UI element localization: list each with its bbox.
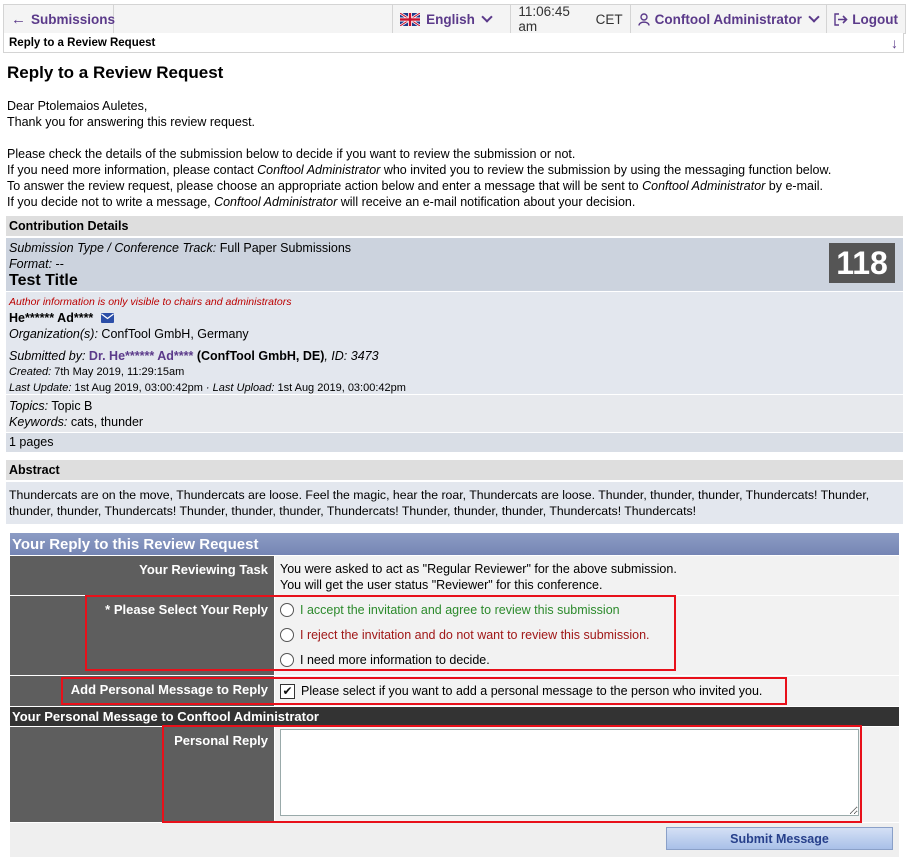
topics: Topics: Topic B: [9, 399, 93, 413]
user-name: Conftool Administrator: [654, 11, 802, 27]
chevron-down-icon: [808, 11, 820, 23]
personal-message-row: Add Personal Message to Reply ✔ Please s…: [10, 676, 899, 706]
intro-line-1: Please check the details of the submissi…: [7, 147, 576, 161]
arrow-down-icon[interactable]: ↓: [891, 35, 898, 51]
task-line-1: You were asked to act as "Regular Review…: [280, 562, 677, 576]
reviewing-task-row: Your Reviewing Task You were asked to ac…: [10, 556, 899, 595]
abstract-text: Thundercats are on the move, Thundercats…: [6, 482, 903, 524]
back-label: Submissions: [31, 11, 116, 27]
personal-message-label: Add Personal Message to Reply: [10, 676, 274, 706]
topics-keywords: Topics: Topic B Keywords: cats, thunder: [6, 395, 903, 432]
user-icon: [637, 12, 650, 26]
author-info: Author information is only visible to ch…: [6, 292, 903, 394]
arrow-left-icon: ←: [11, 10, 26, 28]
reject-label[interactable]: I reject the invitation and do not want …: [300, 628, 650, 642]
timezone-label: CET: [595, 11, 623, 27]
submission-type: Submission Type / Conference Track: Full…: [9, 241, 352, 255]
radio-accept[interactable]: I accept the invitation and agree to rev…: [280, 597, 894, 622]
radio-button[interactable]: [280, 652, 294, 667]
paper-number-badge: 118: [829, 243, 895, 283]
personal-message-header: Your Personal Message to Conftool Admini…: [10, 707, 899, 726]
submission-summary: Submission Type / Conference Track: Full…: [6, 238, 903, 291]
reviewing-task-label: Your Reviewing Task: [10, 556, 274, 595]
author-line: He****** Ad****: [9, 310, 900, 326]
intro-text: Dear Ptolemaios Auletes, Thank you for a…: [7, 98, 831, 210]
envelope-icon[interactable]: [100, 313, 114, 323]
radio-button[interactable]: [280, 602, 294, 617]
intro-line-3: To answer the review request, please cho…: [7, 179, 823, 193]
clock: 11:06:45 am CET: [511, 4, 631, 34]
back-to-submissions-link[interactable]: ← Submissions: [4, 5, 116, 33]
greeting: Dear Ptolemaios Auletes,: [7, 99, 148, 113]
intro-line-4: If you decide not to write a message, Co…: [7, 195, 636, 209]
submitted-by: Submitted by: Dr. He****** Ad**** (ConfT…: [9, 349, 379, 363]
reply-options: I accept the invitation and agree to rev…: [275, 596, 899, 675]
top-nav-bar: ← Submissions English 11:06:45 am CET Co…: [3, 4, 906, 34]
logout-link[interactable]: Logout: [827, 5, 905, 33]
personal-message-checkbox[interactable]: ✔: [280, 683, 295, 699]
keywords: Keywords: cats, thunder: [9, 415, 144, 429]
author-name: He****** Ad****: [9, 311, 94, 325]
reviewing-task-value: You were asked to act as "Regular Review…: [275, 556, 899, 595]
update-date: Last Update: 1st Aug 2019, 03:00:42pm · …: [9, 382, 406, 394]
intro-line-2: If you need more information, please con…: [7, 163, 832, 177]
radio-button[interactable]: [280, 627, 294, 642]
language-selector[interactable]: English: [392, 5, 512, 33]
language-label: English: [426, 11, 475, 27]
chevron-down-icon: [481, 11, 493, 23]
contribution-details-header: Contribution Details: [6, 216, 903, 236]
personal-reply-row: Personal Reply: [10, 727, 899, 822]
task-line-2: You will get the user status "Reviewer" …: [280, 578, 603, 592]
personal-reply-label: Personal Reply: [10, 727, 274, 822]
organization: Organization(s): ConfTool GmbH, Germany: [9, 327, 249, 341]
paper-title: Test Title: [9, 272, 78, 289]
personal-reply-field: [275, 727, 899, 822]
page-title: Reply to a Review Request: [7, 63, 224, 82]
submission-format: Format: --: [9, 257, 64, 271]
logout-label: Logout: [852, 11, 899, 27]
abstract-header: Abstract: [6, 460, 903, 480]
submitter-link[interactable]: Dr. He****** Ad****: [85, 349, 193, 363]
uk-flag-icon: [400, 12, 421, 26]
more-info-label[interactable]: I need more information to decide.: [300, 653, 490, 667]
submit-message-button[interactable]: Submit Message: [666, 827, 893, 850]
select-reply-row: * Please Select Your Reply I accept the …: [10, 596, 899, 675]
accept-label[interactable]: I accept the invitation and agree to rev…: [300, 603, 620, 617]
user-menu[interactable]: Conftool Administrator: [631, 5, 828, 33]
time-label: 11:06:45 am: [518, 4, 570, 34]
breadcrumb-current: Reply to a Review Request: [9, 36, 156, 49]
personal-reply-textarea[interactable]: [280, 729, 859, 816]
select-reply-label: * Please Select Your Reply: [10, 596, 274, 675]
personal-message-check-label[interactable]: Please select if you want to add a perso…: [301, 684, 762, 698]
logout-icon: [834, 12, 848, 26]
breadcrumb: Reply to a Review Request ↓: [3, 33, 904, 53]
page-count: 1 pages: [6, 433, 903, 452]
reply-header: Your Reply to this Review Request: [10, 533, 899, 555]
radio-more-info[interactable]: I need more information to decide.: [280, 647, 894, 672]
radio-reject[interactable]: I reject the invitation and do not want …: [280, 622, 894, 647]
thanks-line: Thank you for answering this review requ…: [7, 115, 256, 129]
personal-message-option[interactable]: ✔ Please select if you want to add a per…: [275, 676, 899, 706]
author-visibility-note: Author information is only visible to ch…: [9, 296, 292, 308]
created-date: Created: 7th May 2019, 11:29:15am: [9, 366, 185, 378]
